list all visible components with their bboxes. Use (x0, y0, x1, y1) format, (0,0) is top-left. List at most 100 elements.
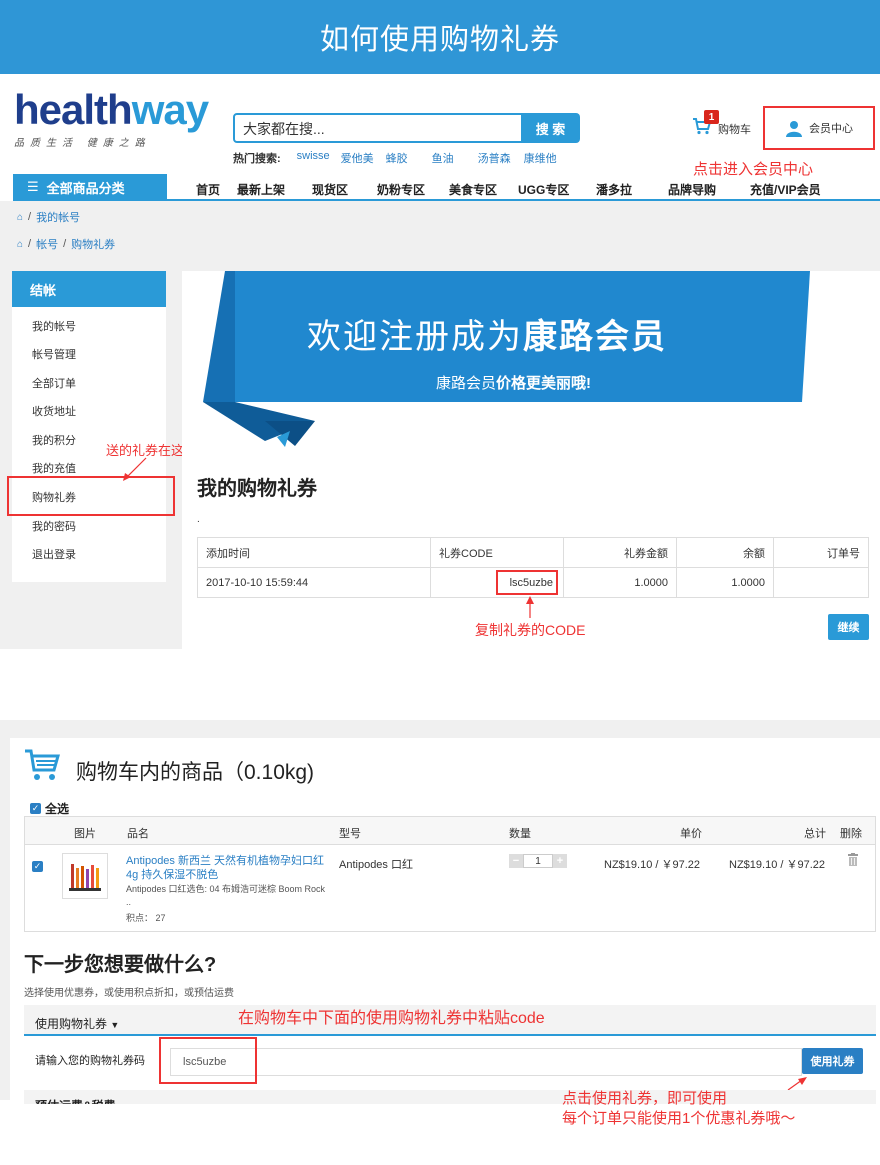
logo-text-a: health (14, 86, 133, 133)
column-header: 礼券CODE (430, 537, 564, 568)
product-image[interactable] (62, 853, 108, 899)
quantity-stepper: − 1 + (509, 854, 567, 868)
menu-icon: ☰ (27, 179, 39, 194)
sidebar-item-account-manage[interactable]: 帐号管理 (32, 346, 76, 362)
select-all-label: 全选 (45, 802, 70, 816)
column-header: 订单号 (773, 537, 869, 568)
column-header: 添加时间 (197, 537, 431, 568)
section-separator (0, 720, 880, 738)
voucher-section-title: 我的购物礼券 (197, 478, 317, 500)
unit-price: NZ$19.10 / ￥97.22 (604, 859, 701, 871)
column-header: 余额 (676, 537, 774, 568)
nav-item-pandora[interactable]: 潘多拉 (596, 181, 632, 198)
product-name-link[interactable]: Antipodes 新西兰 天然有机植物孕妇口红4g 持久保湿不脱色 (126, 854, 326, 882)
column-header: 总计 (804, 828, 826, 840)
cart-count-badge: 1 (704, 110, 719, 124)
hot-keyword-link[interactable]: 汤普森 (478, 150, 524, 166)
caret-down-icon: ▼ (110, 1020, 120, 1030)
all-categories-label: 全部商品分类 (46, 180, 125, 196)
quantity-minus-button[interactable]: − (509, 854, 523, 868)
member-center-button[interactable]: 会员中心 (763, 106, 875, 150)
sidebar-item-points[interactable]: 我的积分 (32, 432, 76, 448)
column-header: 数量 (509, 828, 531, 840)
product-model: Antipodes 口红 (339, 859, 413, 871)
trash-icon[interactable] (848, 853, 858, 866)
cart-link[interactable]: 购物车 (718, 121, 751, 137)
nav-item-food[interactable]: 美食专区 (449, 181, 497, 198)
voucher-dot: . (197, 514, 200, 525)
next-step-title: 下一步您想要做什么? (24, 954, 217, 976)
column-header: 礼券金额 (563, 537, 677, 568)
annotation-arrow (526, 596, 534, 618)
breadcrumb-item[interactable]: 帐号 (36, 236, 58, 252)
logo-tagline: 品质生活 健康之路 (14, 138, 151, 149)
highlight-box-coupon-input (159, 1037, 257, 1084)
annotation-paste-code: 在购物车中下面的使用购物礼券中粘贴code (238, 1010, 545, 1027)
coupon-code-input[interactable]: lsc5uzbe (170, 1048, 802, 1076)
hot-keyword-link[interactable]: 蜂胶 (386, 150, 432, 166)
sidebar-item-address[interactable]: 收货地址 (32, 403, 76, 419)
home-icon[interactable]: ⌂ (17, 212, 23, 223)
banner-subtitle: 康路会员价格更美丽哦! (436, 375, 592, 392)
select-all-checkbox[interactable]: ✓ 全选 (30, 800, 69, 817)
lipstick-image-icon (63, 854, 107, 898)
continue-button[interactable]: 继续 (828, 614, 869, 640)
product-points: 积点： 27 (126, 913, 166, 923)
quantity-plus-button[interactable]: + (553, 854, 567, 868)
sidebar-heading: 结帐 (12, 271, 166, 307)
hot-keyword-link[interactable]: 爱他美 (341, 150, 386, 166)
sidebar-item-account[interactable]: 我的帐号 (32, 318, 76, 334)
use-coupon-button[interactable]: 使用礼券 (802, 1048, 863, 1074)
search-input[interactable]: 大家都在搜... (233, 113, 523, 143)
column-header: 图片 (74, 828, 96, 840)
hot-keyword-link[interactable]: swisse (297, 150, 341, 166)
coupon-accordion-label[interactable]: 使用购物礼券 ▼ (35, 1015, 119, 1032)
left-gutter (0, 720, 10, 1100)
shopping-cart-icon (25, 749, 60, 780)
search-button[interactable]: 搜 索 (521, 113, 580, 143)
sidebar-item-password[interactable]: 我的密码 (32, 518, 76, 534)
checkbox-checked-icon: ✓ (32, 861, 43, 872)
sidebar-item-recharge[interactable]: 我的充值 (32, 460, 76, 476)
hot-search-label: 热门搜索: (233, 153, 281, 165)
all-categories-button[interactable]: ☰ 全部商品分类 (13, 174, 167, 200)
nav-item-home[interactable]: 首页 (196, 181, 220, 198)
voucher-time: 2017-10-10 15:59:44 (197, 567, 431, 598)
voucher-amount: 1.0000 (563, 567, 677, 598)
nav-item-ugg[interactable]: UGG专区 (518, 181, 569, 198)
breadcrumb-item[interactable]: 我的帐号 (36, 209, 80, 225)
item-checkbox[interactable]: ✓ (32, 856, 43, 874)
annotation-copy-code: 复制礼券的CODE (475, 622, 586, 638)
cart-section-title: 购物车内的商品（0.10kg) (76, 761, 315, 784)
home-icon[interactable]: ⌂ (17, 239, 23, 250)
nav-item-milk[interactable]: 奶粉专区 (377, 181, 425, 198)
logo-text-b: way (131, 86, 209, 133)
page-title: 如何使用购物礼券 (319, 24, 560, 56)
annotation-arrow (123, 457, 147, 481)
checkbox-checked-icon: ✓ (30, 803, 41, 814)
sidebar-item-orders[interactable]: 全部订单 (32, 375, 76, 391)
nav-item-stock[interactable]: 现货区 (312, 181, 348, 198)
next-step-subtitle: 选择使用优惠券，或使用积点折扣，或预估运费 (24, 988, 234, 999)
highlight-box-vouchers (7, 476, 175, 516)
hot-keyword-link[interactable]: 康维他 (524, 150, 557, 166)
nav-item-new[interactable]: 最新上架 (237, 181, 285, 198)
total-price: NZ$19.10 / ￥97.22 (729, 859, 826, 871)
banner-title: 欢迎注册成为康路会员 (307, 318, 667, 356)
column-header: 单价 (680, 828, 702, 840)
site-logo[interactable]: healthway 品质生活 健康之路 (14, 86, 224, 150)
voucher-balance: 1.0000 (676, 567, 774, 598)
welcome-banner (203, 271, 810, 447)
hot-search-row: 热门搜索: swisse 爱他美 蜂胶 鱼油 汤普森 康维他 (233, 150, 557, 166)
sidebar-item-logout[interactable]: 退出登录 (32, 546, 76, 562)
nav-item-vip[interactable]: 充值/VIP会员 (750, 181, 821, 198)
table-header-row: 添加时间 礼券CODE 礼券金额 余额 订单号 (197, 537, 869, 568)
coupon-input-label: 请输入您的购物礼券码 (35, 1055, 145, 1067)
hot-keyword-link[interactable]: 鱼油 (432, 150, 478, 166)
quantity-input[interactable]: 1 (523, 854, 553, 868)
nav-item-brands[interactable]: 品牌导购 (668, 181, 716, 198)
column-header: 删除 (840, 828, 862, 840)
cart-table-header (25, 817, 875, 845)
voucher-order-number (773, 567, 869, 598)
breadcrumb-item[interactable]: 购物礼券 (71, 236, 115, 252)
